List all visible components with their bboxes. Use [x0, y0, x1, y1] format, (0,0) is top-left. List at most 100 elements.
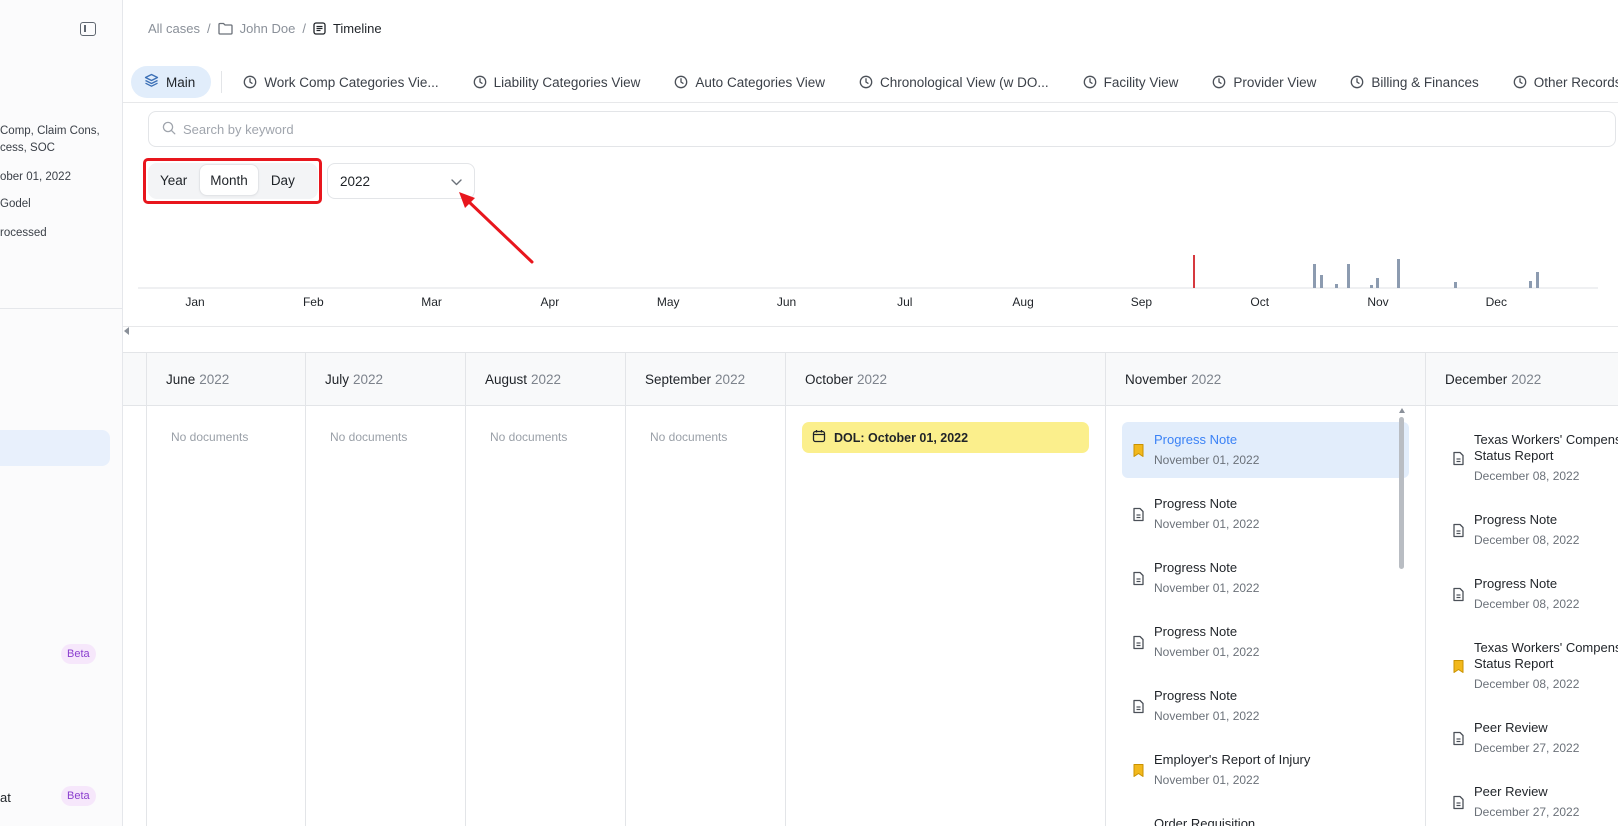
tab-chronological[interactable]: Chronological View (w DO...: [842, 66, 1066, 98]
histogram-event-marker[interactable]: [1193, 255, 1195, 288]
histogram-month-label: Mar: [421, 295, 442, 309]
histogram-bar[interactable]: [1335, 284, 1338, 288]
month-name: November: [1125, 371, 1188, 387]
document-icon: [1452, 587, 1465, 605]
bookmark-icon: [1132, 443, 1145, 461]
month-name: December: [1445, 371, 1508, 387]
document-card[interactable]: Progress Note November 01, 2022: [1122, 550, 1409, 606]
document-date: November 01, 2022: [1154, 453, 1260, 467]
month-name: July: [325, 371, 350, 387]
tab-other-records[interactable]: Other Records: [1496, 66, 1618, 98]
tab-auto[interactable]: Auto Categories View: [657, 66, 842, 98]
tab-liability[interactable]: Liability Categories View: [456, 66, 658, 98]
column-scrollbar-thumb[interactable]: [1399, 417, 1404, 569]
document-title: Texas Workers' Compens: [1474, 640, 1618, 655]
bookmark-icon: [1132, 763, 1145, 781]
sidebar-toggle-icon[interactable]: [80, 22, 96, 36]
document-title: Progress Note: [1474, 512, 1558, 527]
document-card[interactable]: Progress Note December 08, 2022: [1442, 566, 1602, 622]
breadcrumb-all-cases[interactable]: All cases: [148, 21, 200, 36]
clock-icon: [1350, 75, 1364, 89]
tab-billing[interactable]: Billing & Finances: [1333, 66, 1495, 98]
month-year: 2022: [715, 371, 746, 387]
month-column-header: November 2022: [1106, 353, 1425, 406]
timeline-histogram[interactable]: Jan Feb Mar Apr May Jun Jul Aug Sep Oct Nov Dec: [138, 210, 1598, 315]
document-card[interactable]: Progress Note November 01, 2022: [1122, 678, 1409, 734]
month-column-stub: [123, 353, 146, 826]
month-column-july: July 2022 No documents: [305, 353, 465, 826]
document-card[interactable]: Progress Note November 01, 2022: [1122, 614, 1409, 670]
breadcrumb-case[interactable]: John Doe: [240, 21, 296, 36]
scroll-up-arrow-icon[interactable]: [1399, 408, 1405, 413]
tab-label: Provider View: [1233, 74, 1317, 90]
document-icon: [1132, 571, 1145, 589]
document-card[interactable]: Progress Note November 01, 2022: [1122, 422, 1409, 478]
tab-work-comp[interactable]: Work Comp Categories Vie...: [226, 66, 455, 98]
document-card[interactable]: Employer's Report of Injury November 01,…: [1122, 742, 1409, 798]
sidebar: Comp, Claim Cons, cess, SOC ober 01, 202…: [0, 0, 123, 826]
tab-main[interactable]: Main: [131, 66, 212, 98]
document-title: Progress Note: [1154, 432, 1238, 447]
search-box: [148, 111, 1616, 147]
chevron-down-icon: [451, 174, 462, 189]
document-date: December 27, 2022: [1474, 741, 1580, 755]
document-title: Order Requisition: [1154, 816, 1256, 826]
month-year: 2022: [1191, 371, 1222, 387]
sidebar-item-label[interactable]: at: [0, 790, 11, 805]
histogram-bar[interactable]: [1454, 282, 1457, 288]
histogram-bar[interactable]: [1536, 272, 1539, 288]
document-card[interactable]: Order Requisition: [1122, 806, 1409, 826]
histogram-scroll-track[interactable]: [123, 326, 1618, 327]
tab-label: Facility View: [1103, 74, 1179, 90]
document-card[interactable]: Progress Note December 08, 2022: [1442, 502, 1602, 558]
sidebar-text-line: Godel: [0, 198, 31, 210]
histogram-bar[interactable]: [1529, 281, 1532, 288]
calendar-icon: [812, 429, 826, 446]
histogram-bar[interactable]: [1370, 285, 1373, 288]
tab-facility[interactable]: Facility View: [1066, 66, 1196, 98]
month-column-june: June 2022 No documents: [146, 353, 305, 826]
document-date: November 01, 2022: [1154, 517, 1260, 531]
histogram-month-label: Sep: [1131, 295, 1153, 309]
layers-icon: [144, 73, 159, 91]
year-select[interactable]: 2022: [327, 163, 475, 199]
document-date: November 01, 2022: [1154, 581, 1260, 595]
document-date: November 01, 2022: [1154, 645, 1260, 659]
document-title: Peer Review: [1474, 784, 1548, 799]
histogram-month-label: Feb: [303, 295, 324, 309]
bookmark-icon: [1452, 659, 1465, 677]
document-card[interactable]: Peer Review December 27, 2022: [1442, 774, 1602, 826]
tab-provider[interactable]: Provider View: [1195, 66, 1333, 98]
month-board: June 2022 No documents July 2022 No docume…: [123, 352, 1618, 826]
sidebar-text-line: rocessed: [0, 227, 47, 239]
month-column-header: [123, 353, 146, 406]
no-documents-text: No documents: [171, 430, 249, 444]
document-card[interactable]: Texas Workers' Compens Status Report Dec…: [1442, 422, 1618, 494]
document-card[interactable]: Progress Note November 01, 2022: [1122, 486, 1409, 542]
month-name: August: [485, 371, 528, 387]
histogram-bar[interactable]: [1397, 259, 1400, 288]
histogram-month-label: Aug: [1012, 295, 1033, 309]
month-column-december: December 2022 Texas Workers' Compens Stat…: [1425, 353, 1618, 826]
no-documents-text: No documents: [650, 430, 728, 444]
tab-label: Work Comp Categories Vie...: [264, 74, 439, 90]
histogram-bar[interactable]: [1313, 264, 1316, 288]
tab-label: Other Records: [1533, 74, 1618, 90]
month-column-header: July 2022: [306, 353, 465, 406]
document-icon: [1452, 731, 1465, 749]
histogram-month-label: Apr: [541, 295, 560, 309]
histogram-month-label: Dec: [1486, 295, 1507, 309]
date-of-loss-event[interactable]: DOL: October 01, 2022: [802, 422, 1089, 453]
document-card[interactable]: Texas Workers' Compens Status Report Dec…: [1442, 630, 1618, 702]
document-title: Progress Note: [1154, 688, 1238, 703]
search-input[interactable]: [183, 121, 1583, 137]
clock-icon: [473, 75, 487, 89]
histogram-bar[interactable]: [1347, 264, 1350, 288]
tabs-divider: [123, 102, 1618, 103]
document-card[interactable]: Peer Review December 27, 2022: [1442, 710, 1602, 766]
scroll-left-arrow-icon[interactable]: [124, 327, 129, 335]
histogram-bar[interactable]: [1320, 275, 1323, 288]
sidebar-item-active[interactable]: [0, 430, 110, 466]
histogram-bar[interactable]: [1376, 278, 1379, 288]
document-title: Progress Note: [1474, 576, 1558, 591]
